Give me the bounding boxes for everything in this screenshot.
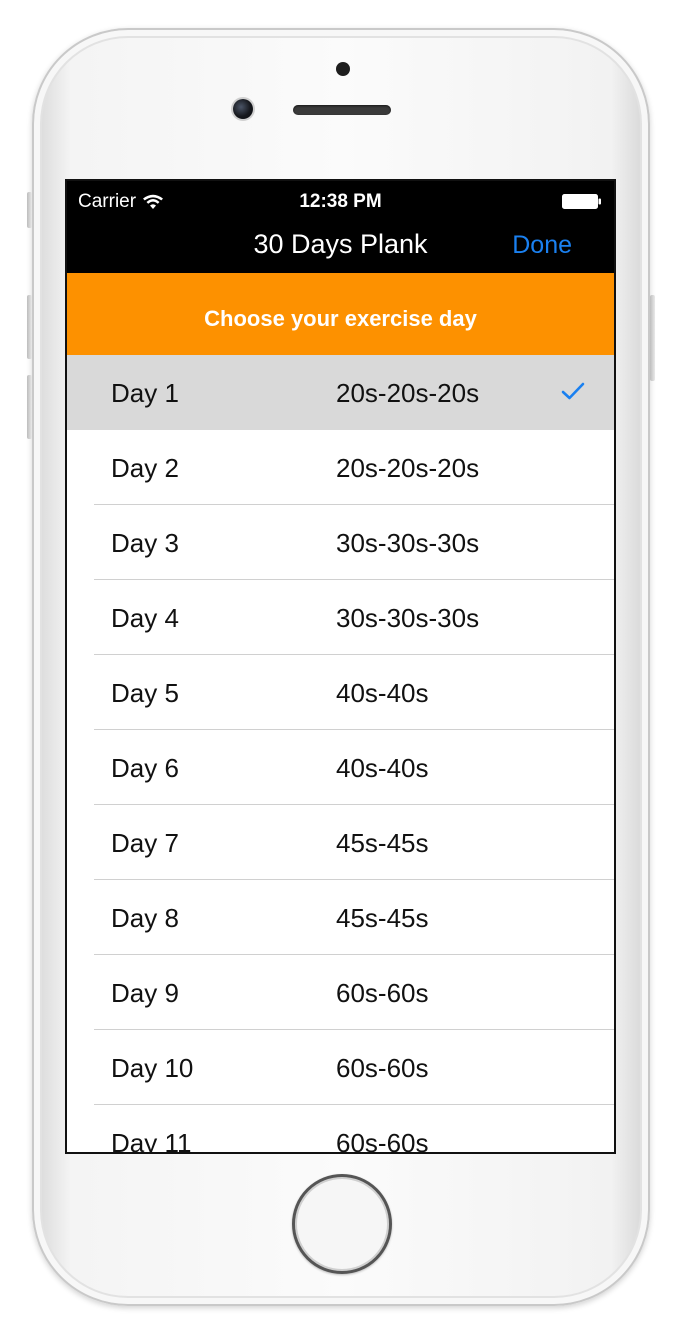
day-row[interactable]: Day 10 60s-60s (67, 1030, 614, 1105)
power-button (650, 295, 655, 381)
day-sets: 40s-40s (336, 678, 429, 708)
day-row[interactable]: Day 6 40s-40s (67, 730, 614, 805)
day-row[interactable]: Day 8 45s-45s (67, 880, 614, 955)
checkmark-icon (561, 382, 585, 400)
day-label: Day 5 (111, 678, 179, 708)
earpiece-speaker (293, 105, 391, 115)
day-row[interactable]: Day 3 30s-30s-30s (67, 505, 614, 580)
day-label: Day 9 (111, 978, 179, 1008)
day-sets: 60s-60s (336, 1053, 429, 1083)
day-row[interactable]: Day 1 20s-20s-20s (67, 355, 614, 430)
front-camera-icon (233, 99, 253, 119)
day-label: Day 10 (111, 1053, 194, 1083)
day-sets: 20s-20s-20s (336, 453, 480, 483)
day-label: Day 2 (111, 453, 179, 483)
day-label: Day 6 (111, 753, 179, 783)
day-label: Day 4 (111, 603, 179, 633)
day-sets: 45s-45s (336, 903, 429, 933)
day-row[interactable]: Day 5 40s-40s (67, 655, 614, 730)
day-row[interactable]: Day 9 60s-60s (67, 955, 614, 1030)
day-sets: 30s-30s-30s (336, 603, 480, 633)
status-time: 12:38 PM (299, 191, 382, 212)
navigation-bar: 30 Days Plank Done (67, 221, 614, 273)
day-sets: 60s-60s (336, 978, 429, 1008)
mute-switch (27, 192, 32, 228)
day-row[interactable]: Day 11 60s-60s (67, 1105, 614, 1154)
volume-up-button (27, 295, 32, 359)
day-label: Day 7 (111, 828, 179, 858)
day-sets: 20s-20s-20s (336, 378, 480, 408)
day-label: Day 8 (111, 903, 179, 933)
section-header: Choose your exercise day (67, 273, 614, 355)
day-row[interactable]: Day 4 30s-30s-30s (67, 580, 614, 655)
volume-down-button (27, 375, 32, 439)
day-row[interactable]: Day 7 45s-45s (67, 805, 614, 880)
day-label: Day 1 (111, 378, 179, 408)
done-button[interactable]: Done (512, 231, 572, 260)
app-screen: Carrier 12:38 PM 30 Days Plank Done Choo… (65, 179, 616, 1154)
battery-icon (562, 194, 601, 209)
home-button[interactable] (292, 1174, 392, 1274)
day-sets: 45s-45s (336, 828, 429, 858)
exercise-day-list: Day 1 20s-20s-20s Day 2 20s-20s-20s Day 3 30s… (67, 355, 614, 1154)
day-sets: 40s-40s (336, 753, 429, 783)
day-label: Day 3 (111, 528, 179, 558)
day-row[interactable]: Day 2 20s-20s-20s (67, 430, 614, 505)
day-sets: 60s-60s (336, 1128, 429, 1154)
proximity-sensor (336, 62, 350, 76)
day-sets: 30s-30s-30s (336, 528, 480, 558)
day-label: Day 11 (111, 1128, 192, 1154)
status-bar: Carrier 12:38 PM (67, 181, 614, 221)
